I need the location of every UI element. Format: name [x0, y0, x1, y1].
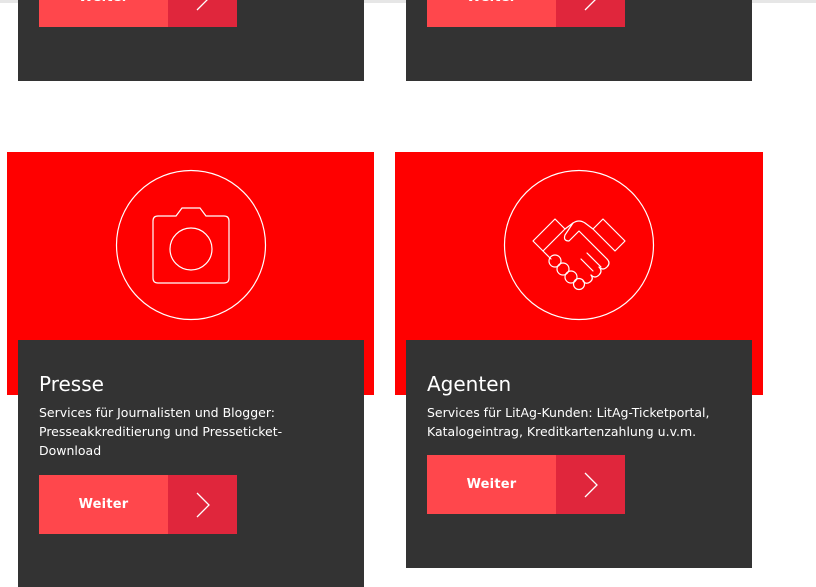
top-card-right: Weiter	[406, 0, 752, 81]
card-title: Agenten	[427, 372, 512, 396]
presse-card: Presse Services für Journalisten und Blo…	[18, 340, 364, 587]
chevron-right-icon	[168, 0, 237, 27]
agenten-weiter-button[interactable]: Weiter	[427, 455, 625, 514]
page: Weiter Weiter Presse Services für Journa…	[0, 0, 816, 587]
button-label: Weiter	[427, 0, 556, 27]
card-description: Services für LitAg-Kunden: LitAg-Ticketp…	[427, 405, 710, 439]
card-title: Presse	[39, 372, 104, 396]
top-card-left: Weiter	[18, 0, 364, 81]
chevron-right-icon	[556, 0, 625, 27]
chevron-right-icon	[168, 475, 237, 534]
chevron-right-icon	[556, 455, 625, 514]
button-label: Weiter	[427, 455, 556, 514]
card-description: Services für Journalisten und Blogger: P…	[39, 405, 283, 458]
camera-icon	[115, 169, 267, 321]
presse-weiter-button[interactable]: Weiter	[39, 475, 237, 534]
button-label: Weiter	[39, 475, 168, 534]
top-card-left-weiter-button[interactable]: Weiter	[39, 0, 237, 27]
top-card-right-weiter-button[interactable]: Weiter	[427, 0, 625, 27]
agenten-card: Agenten Services für LitAg-Kunden: LitAg…	[406, 340, 752, 568]
button-label: Weiter	[39, 0, 168, 27]
handshake-icon	[503, 169, 655, 321]
